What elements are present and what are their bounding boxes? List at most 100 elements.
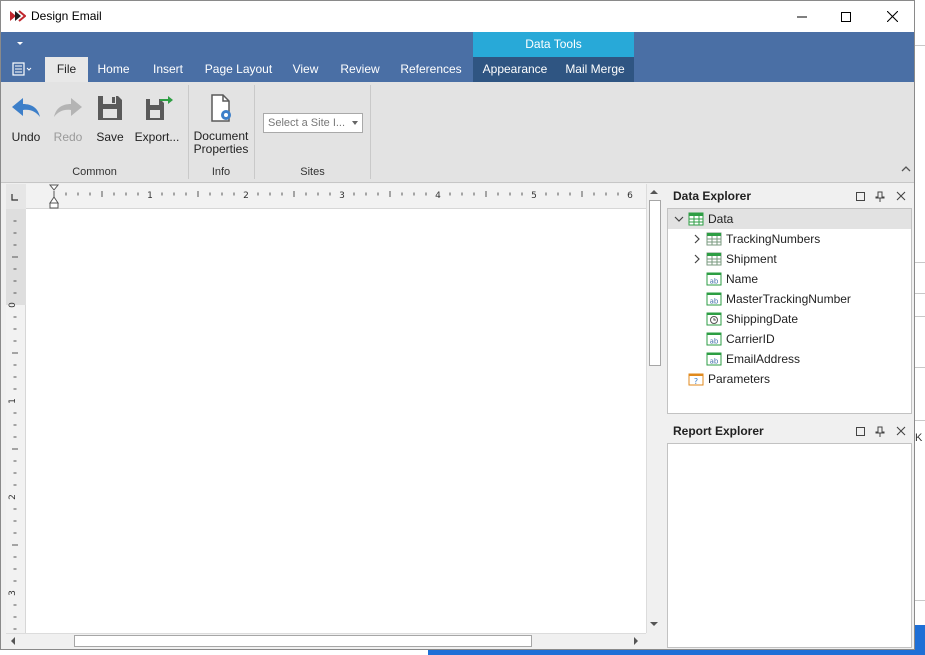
maximize-icon [855, 426, 865, 436]
close-panel-button[interactable] [895, 425, 907, 437]
background-divider [915, 293, 925, 294]
svg-text:?: ? [694, 377, 698, 386]
background-taskbar [428, 650, 925, 655]
maximize-button[interactable] [823, 1, 869, 32]
tree-node-data[interactable]: Data [668, 209, 911, 229]
contextual-tab-group-label: Data Tools [473, 32, 634, 57]
title-bar[interactable]: Design Email [1, 1, 914, 32]
chevron-right-icon[interactable] [692, 234, 702, 244]
tree-node-label: Data [708, 212, 734, 226]
undo-button[interactable]: Undo [7, 93, 45, 144]
ruler-label: 0 [8, 302, 18, 308]
ruler-corner[interactable] [6, 184, 26, 209]
pin-panel-button[interactable] [874, 425, 886, 437]
background-divider [915, 316, 925, 317]
horizontal-scrollbar-thumb[interactable] [74, 635, 532, 647]
report-explorer-title: Report Explorer [673, 424, 764, 438]
app-logo-icon [10, 10, 26, 22]
tab-home[interactable]: Home [91, 57, 136, 82]
chevron-right-icon [634, 637, 638, 645]
float-panel-button[interactable] [854, 425, 866, 437]
horizontal-ruler[interactable]: 1 2 3 4 5 6 [6, 184, 646, 209]
pin-panel-button[interactable] [874, 190, 886, 202]
svg-text:ab: ab [710, 278, 719, 286]
maximize-icon [855, 191, 865, 201]
redo-button[interactable]: Redo [49, 93, 87, 144]
float-panel-button[interactable] [854, 190, 866, 202]
tab-insert[interactable]: Insert [144, 57, 192, 82]
quick-access-toolbar-dropdown[interactable] [16, 39, 24, 49]
tree-node-field[interactable]: ab MasterTrackingNumber [668, 289, 911, 309]
ruler-label: 2 [8, 494, 18, 500]
design-email-window: Design Email Data Tools File Home Insert… [0, 0, 915, 650]
scroll-right-button[interactable] [630, 635, 642, 647]
menu-icon [12, 62, 32, 76]
chevron-down-icon[interactable] [674, 214, 684, 224]
background-divider [915, 420, 925, 421]
group-separator [370, 85, 371, 179]
export-icon [146, 96, 173, 120]
tab-references[interactable]: References [394, 57, 468, 82]
ruler-label: 1 [147, 191, 153, 201]
chevron-down-icon [17, 42, 23, 45]
data-explorer-tree: Data TrackingNumbers Shipment ab Name ab Mast… [667, 208, 912, 414]
minimize-button[interactable] [779, 1, 825, 32]
group-label-info: Info [211, 166, 231, 178]
undo-label: Undo [11, 130, 41, 144]
tab-page-layout[interactable]: Page Layout [200, 57, 277, 82]
tree-node-field[interactable]: ShippingDate [668, 309, 911, 329]
tree-node-parameters[interactable]: ? Parameters [668, 369, 911, 389]
scroll-left-button[interactable] [7, 635, 19, 647]
site-select-combobox[interactable]: Select a Site I... [263, 113, 363, 133]
group-separator [188, 85, 189, 179]
collapse-ribbon-icon[interactable] [900, 163, 912, 175]
email-design-page[interactable] [27, 210, 646, 633]
vertical-scrollbar-thumb[interactable] [649, 200, 661, 366]
application-menu-button[interactable] [8, 59, 36, 79]
ruler-label: 3 [339, 191, 345, 201]
tree-node-field[interactable]: ab EmailAddress [668, 349, 911, 369]
ruler-label: 3 [8, 590, 18, 596]
background-text-fragment: K [915, 432, 923, 444]
tree-node-label: EmailAddress [726, 352, 801, 366]
close-button[interactable] [869, 1, 914, 32]
chevron-down-icon [650, 622, 658, 626]
background-divider [915, 45, 925, 46]
group-label-sites: Sites [300, 166, 325, 178]
background-divider [915, 262, 925, 263]
tree-node-label: MasterTrackingNumber [726, 292, 851, 306]
tab-review[interactable]: Review [334, 57, 386, 82]
redo-icon [54, 98, 82, 117]
tree-node-field[interactable]: ab CarrierID [668, 329, 911, 349]
tab-file[interactable]: File [45, 57, 88, 82]
site-select-placeholder: Select a Site I... [268, 117, 346, 129]
tab-mail-merge[interactable]: Mail Merge [559, 57, 631, 82]
tree-node-field[interactable]: ab Name [668, 269, 911, 289]
undo-icon [12, 98, 40, 117]
tree-node-label: TrackingNumbers [726, 232, 821, 246]
pin-icon [875, 426, 885, 437]
text-field-icon: ab [706, 272, 722, 286]
group-label-common: Common [72, 166, 117, 178]
vertical-ruler-ticks: 0 1 2 3 [8, 220, 18, 630]
document-properties-button[interactable]: Document Properties [193, 93, 249, 156]
export-button[interactable]: Export... [133, 93, 181, 144]
report-explorer-tree [667, 443, 912, 648]
save-button[interactable]: Save [93, 93, 127, 144]
parameters-icon: ? [688, 373, 704, 386]
group-separator [254, 85, 255, 179]
document-properties-icon [211, 94, 231, 122]
ruler-label: 2 [243, 191, 249, 201]
ruler-label: 4 [435, 191, 441, 201]
close-panel-button[interactable] [895, 190, 907, 202]
tab-appearance[interactable]: Appearance [477, 57, 553, 82]
document-properties-label: Document Properties [193, 130, 249, 156]
scroll-down-button[interactable] [648, 618, 660, 630]
tree-node-field[interactable]: TrackingNumbers [668, 229, 911, 249]
tree-node-field[interactable]: Shipment [668, 249, 911, 269]
scroll-up-button[interactable] [648, 186, 660, 198]
close-icon [896, 426, 906, 436]
tab-view[interactable]: View [285, 57, 326, 82]
ruler-label: 6 [627, 191, 633, 201]
chevron-right-icon[interactable] [692, 254, 702, 264]
